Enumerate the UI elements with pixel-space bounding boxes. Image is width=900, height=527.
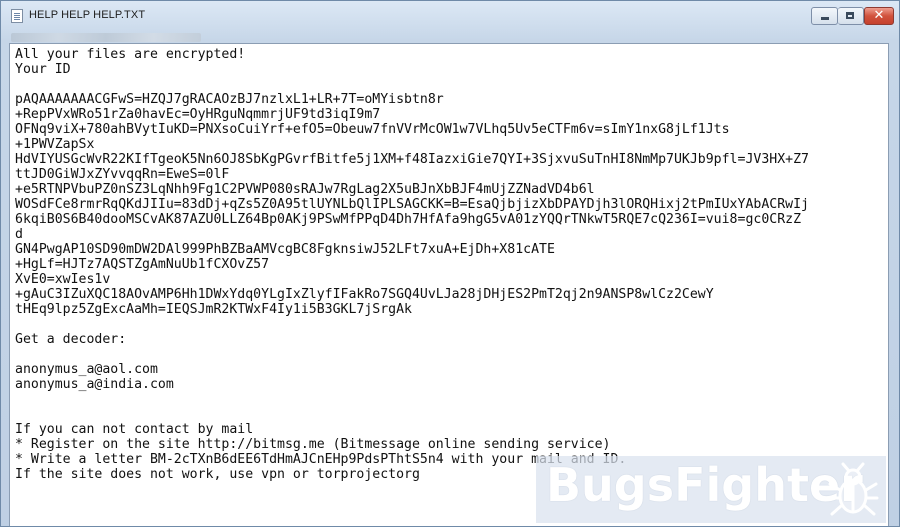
document-line: XvE0=xwIes1v — [15, 272, 111, 287]
document-line: HdVIYUSGcWvR22KIfTgeoK5Nn6OJ8SbKgPGvrfBi… — [15, 152, 809, 167]
close-button[interactable]: ✕ — [864, 7, 894, 25]
title-bar[interactable]: HELP HELP HELP.TXT ✕ — [1, 1, 899, 31]
close-icon: ✕ — [873, 8, 885, 23]
document-line: pAQAAAAAAACGFwS=HZQJ7gRACAOzBJ7nzlxL1+LR… — [15, 92, 444, 107]
watermark-text: BugsFighter — [546, 458, 863, 512]
notepad-window: HELP HELP HELP.TXT ✕ All your files are … — [0, 0, 900, 527]
document-line: ttJD0GiWJxZYvvqqRn=EweS=0lF — [15, 167, 230, 182]
menu-bar[interactable] — [1, 31, 899, 43]
minimize-icon — [821, 17, 829, 20]
text-editor-area[interactable]: All your files are encrypted! Your ID pA… — [9, 43, 889, 526]
document-line: +HgLf=HJTz7AQSTZgAmNuUb1fCXOvZ57 — [15, 257, 270, 272]
document-line: Your ID — [15, 62, 71, 77]
document-line: * Write a letter BM-2cTXnB6dEE6TdHmAJCnE… — [15, 452, 627, 467]
blurred-menu-items — [11, 33, 201, 42]
document-line: If the site does not work, use vpn or to… — [15, 467, 420, 482]
document-line: WOSdFCe8rmrRqQKdJIIu=83dDj+qZs5Z0A95tlUY… — [15, 197, 809, 212]
document-line: anonymus_a@india.com — [15, 377, 174, 392]
maximize-button[interactable] — [838, 7, 864, 25]
minimize-button[interactable] — [811, 7, 838, 25]
document-line: If you can not contact by mail — [15, 422, 254, 437]
maximize-icon — [846, 12, 854, 19]
document-line: anonymus_a@aol.com — [15, 362, 158, 377]
document-line: +1PWVZapSx — [15, 137, 95, 152]
bug-icon — [827, 462, 879, 516]
window-title: HELP HELP HELP.TXT — [29, 9, 146, 21]
document-line: GN4PwgAP10SD90mDW2DAl999PhBZBaAMVcgBC8Fg… — [15, 242, 555, 257]
document-line: * Register on the site http://bitmsg.me … — [15, 437, 611, 452]
document-line: +gAuC3IZuXQC18AOvAMP6Hh1DWxYdq0YLgIxZlyf… — [15, 287, 714, 302]
document-text[interactable]: All your files are encrypted! Your ID pA… — [15, 47, 809, 482]
document-line: tHEq9lpz5ZgExcAaMh=IEQSJmR2KTWxF4Iy1i5B3… — [15, 302, 412, 317]
watermark: BugsFighter — [536, 456, 886, 523]
document-line: 6kqiB0S6B40dooMSCvAK87AZU0LLZ64Bp0AKj9PS… — [15, 212, 802, 227]
document-line: +RepPVxWRo51rZa0havEc=OyHRguNqmmrjUF9td3… — [15, 107, 381, 122]
document-line: OFNq9viX+780ahBVytIuKD=PNXsoCuiYrf+efO5=… — [15, 122, 730, 137]
notepad-icon[interactable] — [11, 9, 23, 23]
document-line: All your files are encrypted! — [15, 47, 246, 62]
document-line: Get a decoder: — [15, 332, 127, 347]
document-line: d — [15, 227, 23, 242]
document-line: +e5RTNPVbuPZ0nSZ3LqNhh9Fg1C2PVWP080sRAJw… — [15, 182, 595, 197]
